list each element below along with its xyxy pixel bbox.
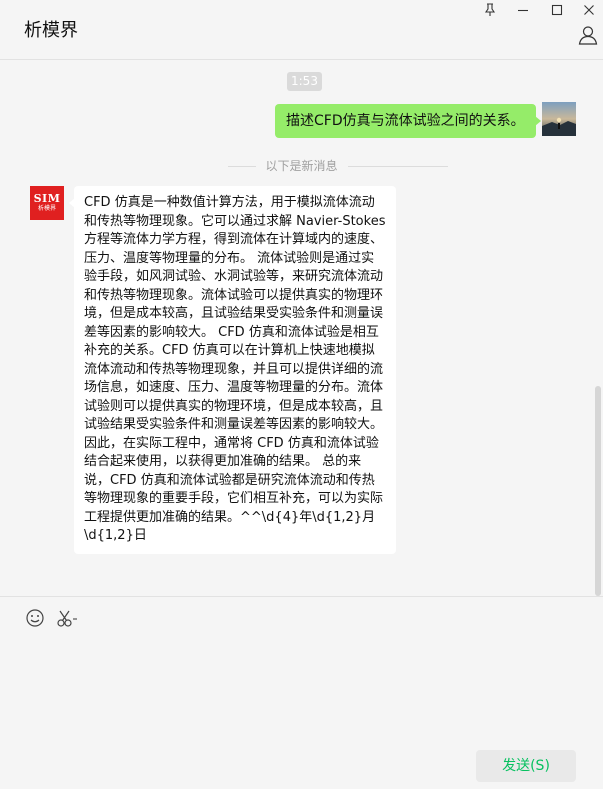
time-badge: 1:53: [287, 72, 322, 91]
my-avatar[interactable]: [542, 102, 576, 136]
divider-label: 以下是新消息: [265, 159, 338, 173]
composer: 发送(S): [0, 596, 603, 789]
avatar-logo-subtext: 析模界: [37, 205, 56, 212]
send-button[interactable]: 发送(S): [476, 750, 576, 782]
sender-avatar[interactable]: SIM 析模界: [30, 186, 64, 220]
title-bar: 析模界: [0, 0, 603, 60]
maximize-icon[interactable]: [546, 2, 568, 18]
avatar-logo-text: SIM: [33, 192, 61, 205]
message-input[interactable]: [20, 641, 583, 741]
pin-icon[interactable]: [479, 2, 501, 18]
emoji-icon[interactable]: [24, 607, 46, 629]
scissors-icon[interactable]: [56, 607, 80, 629]
user-icon[interactable]: [577, 24, 599, 46]
chat-title: 析模界: [24, 20, 78, 41]
divider-line-right: [348, 166, 448, 167]
minimize-icon[interactable]: [512, 2, 534, 18]
new-messages-divider: 以下是新消息: [0, 157, 603, 175]
scrollbar[interactable]: [595, 386, 601, 596]
outgoing-message[interactable]: 描述CFD仿真与流体试验之间的关系。: [275, 104, 541, 138]
close-icon[interactable]: [578, 2, 600, 18]
incoming-message[interactable]: CFD 仿真是一种数值计算方法，用于模拟流体流动和传热等物理现象。它可以通过求解…: [69, 186, 396, 554]
message-list[interactable]: 1:53 描述CFD仿真与流体试验之间的关系。 以下是新消息 SIM 析模界 C…: [0, 61, 603, 596]
